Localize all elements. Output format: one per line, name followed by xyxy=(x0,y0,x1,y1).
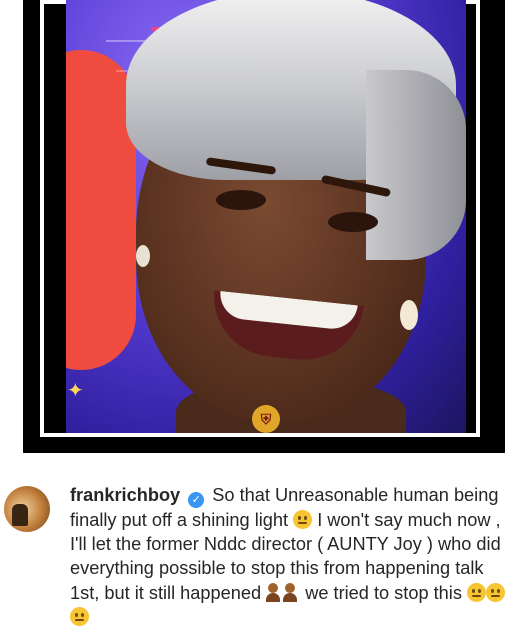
person-icon xyxy=(266,582,281,602)
earring xyxy=(400,300,418,330)
comment-text: frankrichboy ✓ So that Unreasonable huma… xyxy=(70,483,510,629)
earring xyxy=(136,245,150,267)
sparkle-icon: ✦ xyxy=(67,380,84,402)
comment-body-part3: we tried to stop this xyxy=(305,582,462,603)
headwrap-side xyxy=(366,70,466,260)
post-photo[interactable]: ✦ ⛨ xyxy=(66,0,466,433)
eye xyxy=(328,212,378,232)
slightly-smiling-face-icon xyxy=(466,582,486,602)
username-link[interactable]: frankrichboy xyxy=(70,485,180,505)
slightly-smiling-face-icon xyxy=(70,606,89,626)
eye xyxy=(216,190,266,210)
verified-badge-icon: ✓ xyxy=(188,492,205,508)
shield-emblem-icon: ⛨ xyxy=(252,405,280,433)
person-icon xyxy=(283,582,298,602)
slightly-smiling-face-icon xyxy=(485,582,505,602)
user-avatar[interactable] xyxy=(4,486,50,532)
slightly-smiling-face-icon xyxy=(293,510,313,529)
